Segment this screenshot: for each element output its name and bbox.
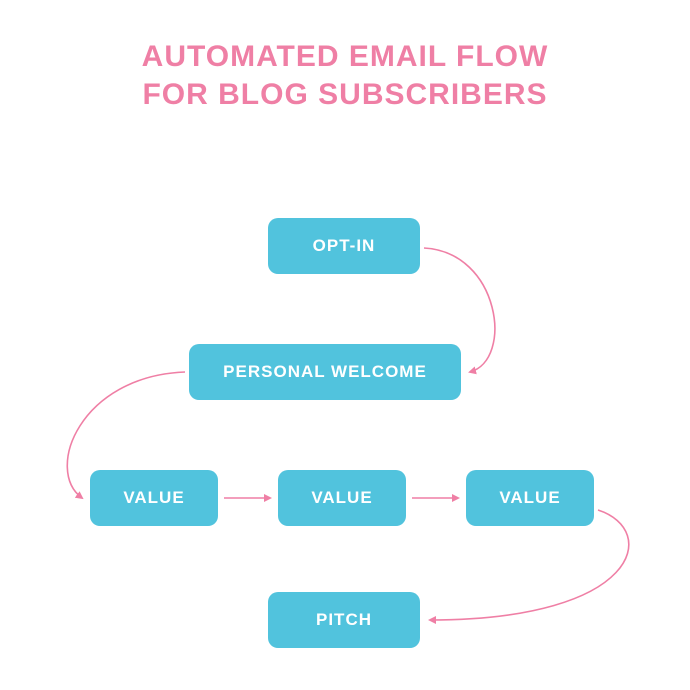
node-pitch: PITCH	[268, 592, 420, 648]
node-label: OPT-IN	[313, 236, 376, 256]
node-value-2: VALUE	[278, 470, 406, 526]
node-label: VALUE	[499, 488, 560, 508]
title-line-1: AUTOMATED EMAIL FLOW	[142, 40, 549, 73]
node-label: VALUE	[311, 488, 372, 508]
node-label: PERSONAL WELCOME	[223, 362, 427, 382]
diagram-title: AUTOMATED EMAIL FLOW FOR BLOG SUBSCRIBER…	[0, 38, 690, 113]
node-label: PITCH	[316, 610, 372, 630]
node-value-3: VALUE	[466, 470, 594, 526]
node-value-1: VALUE	[90, 470, 218, 526]
node-label: VALUE	[123, 488, 184, 508]
node-opt-in: OPT-IN	[268, 218, 420, 274]
node-personal-welcome: PERSONAL WELCOME	[189, 344, 461, 400]
title-line-2: FOR BLOG SUBSCRIBERS	[142, 78, 547, 111]
arrow-value3-to-pitch	[430, 510, 629, 620]
